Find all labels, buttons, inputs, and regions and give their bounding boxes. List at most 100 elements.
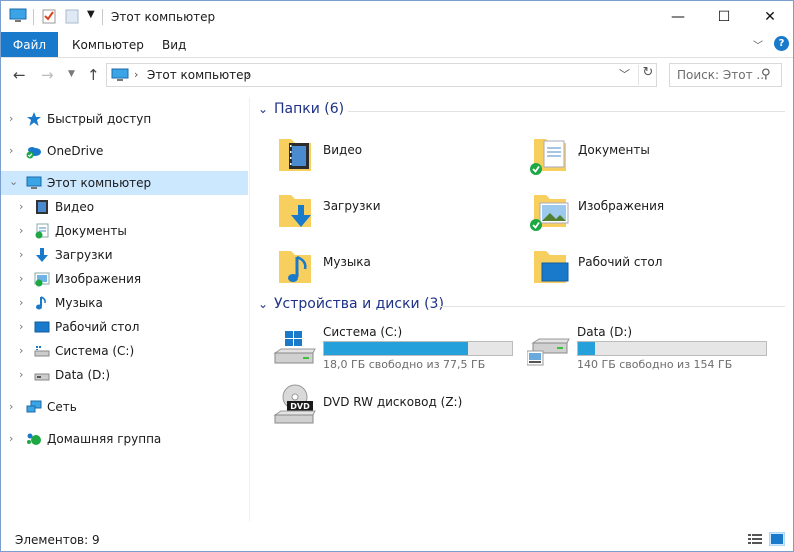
sidebar-item-system-drive[interactable]: › Система (C:) [1, 339, 248, 363]
drive-item-dvd[interactable]: DVD DVD RW дисковод (Z:) [273, 381, 523, 431]
maximize-button[interactable]: ☐ [701, 1, 747, 32]
folder-label: Загрузки [323, 199, 381, 213]
tab-file[interactable]: Файл [1, 32, 58, 57]
refresh-icon[interactable]: ↻ [638, 65, 657, 85]
chevron-right-icon[interactable]: › [9, 112, 13, 125]
chevron-right-icon[interactable]: › [19, 368, 23, 381]
address-bar[interactable]: › Этот компьютер › ﹀ ↻ [106, 63, 657, 87]
group-header-devices[interactable]: ⌄ Устройства и диски (3) [253, 295, 785, 317]
back-arrow-icon[interactable]: ← [13, 66, 26, 84]
chevron-down-icon[interactable]: ⌄ [258, 297, 268, 311]
group-title: Устройства и диски (3) [274, 296, 444, 312]
video-folder-icon [36, 200, 48, 214]
sidebar-item-data-drive[interactable]: › Data (D:) [1, 363, 248, 387]
address-dropdown-icon[interactable]: ﹀ [619, 66, 630, 82]
folder-item-pictures[interactable]: Изображения [528, 183, 758, 231]
chevron-right-icon[interactable]: › [19, 248, 23, 261]
downloads-folder-icon [36, 248, 48, 262]
folder-item-music[interactable]: Музыка [273, 239, 503, 285]
computer-icon [111, 68, 129, 81]
sidebar-item-music[interactable]: › Музыка [1, 291, 248, 315]
tab-view[interactable]: Вид [162, 38, 186, 52]
group-divider [437, 306, 785, 307]
search-input[interactable]: Поиск: Этот ... [677, 68, 768, 82]
ribbon-tabs: Файл Компьютер Вид ﹀ ? [1, 32, 793, 58]
navigation-bar: ← → ▼ ↑ › Этот компьютер › ﹀ ↻ Поиск: Эт… [1, 58, 793, 92]
video-folder-icon [279, 139, 311, 171]
close-button[interactable]: ✕ [747, 1, 793, 32]
navigation-pane: › Быстрый доступ › OneDrive ⌄ Этот компь… [1, 97, 248, 521]
breadcrumb-chevron-icon[interactable]: › [246, 68, 250, 81]
breadcrumb-chevron-icon[interactable]: › [134, 68, 138, 81]
folder-item-documents[interactable]: Документы [528, 127, 758, 175]
drive-item-data[interactable]: Data (D:) 140 ГБ свободно из 154 ГБ [527, 323, 777, 373]
group-header-folders[interactable]: ⌄ Папки (6) [253, 100, 785, 122]
search-icon[interactable]: ⚲ [761, 67, 771, 82]
ribbon-expand-icon[interactable]: ﹀ [753, 37, 763, 52]
sidebar-item-videos[interactable]: › Видео [1, 195, 248, 219]
sidebar-item-label: OneDrive [47, 144, 104, 158]
folder-item-downloads[interactable]: Загрузки [273, 183, 503, 229]
sidebar-item-this-pc[interactable]: ⌄ Этот компьютер [1, 171, 248, 195]
documents-folder-icon [35, 223, 49, 239]
window-title: Этот компьютер [111, 10, 216, 24]
sidebar-item-desktop[interactable]: › Рабочий стол [1, 315, 248, 339]
chevron-right-icon[interactable]: › [9, 144, 13, 157]
sidebar-item-label: Быстрый доступ [47, 112, 152, 126]
sidebar-item-onedrive[interactable]: › OneDrive [1, 139, 248, 163]
toolbar-separator [102, 9, 103, 25]
chevron-right-icon[interactable]: › [9, 432, 13, 445]
sidebar-item-label: Этот компьютер [47, 176, 152, 190]
drive-label: Система (C:) [323, 325, 403, 339]
details-view-icon[interactable] [747, 532, 763, 546]
chevron-right-icon[interactable]: › [19, 272, 23, 285]
folder-label: Видео [323, 143, 363, 157]
properties-icon[interactable] [41, 8, 57, 24]
large-icons-view-icon[interactable] [769, 532, 785, 546]
title-bar: ▼ Этот компьютер — ☐ ✕ [1, 1, 793, 32]
sidebar-item-label: Система (C:) [55, 344, 135, 358]
data-drive-icon [34, 373, 50, 381]
chevron-right-icon[interactable]: › [19, 200, 23, 213]
sidebar-item-documents[interactable]: › Документы [1, 219, 248, 243]
dvd-badge: DVD [290, 402, 310, 411]
chevron-down-icon[interactable]: ⌄ [258, 102, 268, 116]
pane-splitter[interactable] [249, 97, 250, 521]
drive-usage-fill [324, 342, 469, 355]
sidebar-item-downloads[interactable]: › Загрузки [1, 243, 248, 267]
quick-access-dropdown-icon[interactable]: ▼ [87, 9, 95, 20]
desktop-folder-icon [534, 251, 569, 283]
up-arrow-icon[interactable]: ↑ [87, 66, 100, 84]
chevron-right-icon[interactable]: › [19, 320, 23, 333]
tab-computer[interactable]: Компьютер [72, 38, 144, 52]
folder-label: Документы [578, 143, 650, 157]
folder-label: Изображения [578, 199, 665, 213]
downloads-folder-icon [279, 195, 311, 227]
chevron-right-icon[interactable]: › [19, 344, 23, 357]
drive-item-system[interactable]: Система (C:) 18,0 ГБ свободно из 77,5 ГБ [273, 323, 523, 373]
new-folder-icon[interactable] [65, 8, 79, 24]
data-drive-icon [527, 338, 570, 366]
breadcrumb[interactable]: Этот компьютер [147, 68, 251, 82]
sidebar-item-homegroup[interactable]: › Домашняя группа [1, 427, 248, 451]
folder-item-videos[interactable]: Видео [273, 127, 503, 173]
sidebar-item-quick-access[interactable]: › Быстрый доступ [1, 107, 248, 131]
sidebar-item-network[interactable]: › Сеть [1, 395, 248, 419]
explorer-window: ▼ Этот компьютер — ☐ ✕ Файл Компьютер Ви… [0, 0, 794, 552]
system-drive-icon [273, 331, 316, 364]
computer-icon [9, 8, 27, 22]
search-box[interactable]: Поиск: Этот ... ⚲ [669, 63, 782, 87]
recent-locations-icon[interactable]: ▼ [68, 69, 75, 79]
group-title: Папки (6) [274, 101, 345, 117]
chevron-right-icon[interactable]: › [19, 224, 23, 237]
chevron-right-icon[interactable]: › [9, 400, 13, 413]
chevron-down-icon[interactable]: ⌄ [9, 175, 18, 188]
minimize-button[interactable]: — [655, 1, 701, 32]
chevron-right-icon[interactable]: › [19, 296, 23, 309]
sidebar-item-pictures[interactable]: › Изображения [1, 267, 248, 291]
help-icon[interactable]: ? [774, 36, 789, 51]
folder-item-desktop[interactable]: Рабочий стол [528, 239, 758, 285]
sidebar-item-label: Изображения [55, 272, 142, 286]
forward-arrow-icon[interactable]: → [41, 66, 54, 84]
drive-label: Data (D:) [577, 325, 633, 339]
